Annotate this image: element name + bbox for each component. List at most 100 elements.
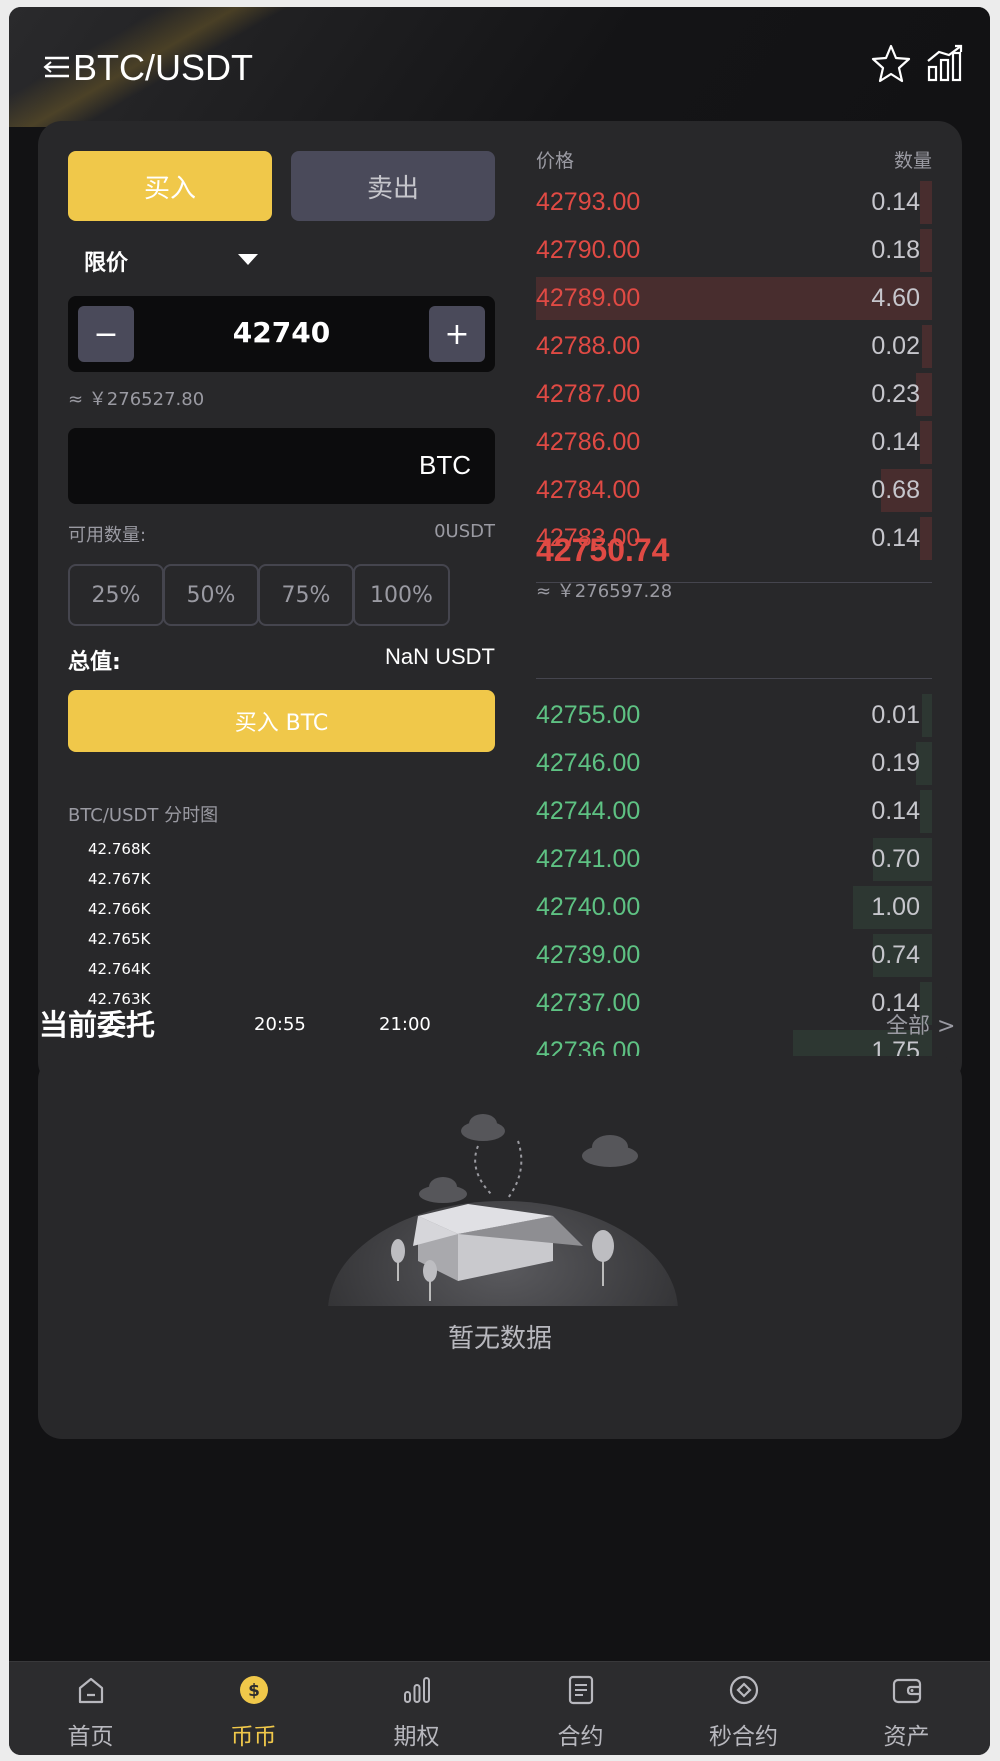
bid-row[interactable]: 42739.00 0.74 [536, 934, 932, 977]
header: BTC/USDT [9, 7, 990, 127]
bid-qty: 0.14 [871, 797, 920, 825]
amount-input[interactable]: BTC [68, 428, 495, 504]
ask-price: 42788.00 [536, 332, 641, 360]
tab-second-contract[interactable]: 秒合约 [662, 1662, 825, 1755]
bid-price: 42737.00 [536, 989, 641, 1017]
bid-qty: 1.00 [871, 893, 920, 921]
ask-row[interactable]: 42793.00 0.14 [536, 181, 932, 224]
ask-row[interactable]: 42784.00 0.68 [536, 469, 932, 512]
percent-50-button[interactable]: 50% [163, 564, 259, 626]
ask-row[interactable]: 42789.00 4.60 [536, 277, 932, 320]
star-icon[interactable] [871, 43, 911, 83]
trade-panel: 买入 卖出 限价 − 42740 + ≈ ￥276527.80 BTC 可用数量… [38, 121, 962, 1086]
bid-row[interactable]: 42737.00 0.14 [536, 982, 932, 1025]
menu-icon[interactable] [41, 52, 71, 82]
tab-label: 资产 [883, 1724, 930, 1750]
tab-label: 首页 [67, 1724, 114, 1750]
orders-empty-card: 暂无数据 [38, 1056, 962, 1439]
ask-price: 42787.00 [536, 380, 641, 408]
bid-qty: 0.01 [871, 701, 920, 729]
ask-qty: 0.18 [871, 236, 920, 264]
current-orders-title: 当前委托 [39, 1008, 156, 1042]
buy-submit-button[interactable]: 买入 BTC [68, 690, 495, 752]
ask-qty: 4.60 [871, 284, 920, 312]
bid-price: 42739.00 [536, 941, 641, 969]
amount-unit: BTC [419, 450, 471, 480]
ask-price: 42783.00 [536, 524, 641, 552]
percent-100-button[interactable]: 100% [353, 564, 450, 626]
ask-price: 42790.00 [536, 236, 641, 264]
depth-bar [922, 325, 932, 368]
depth-bar [922, 694, 932, 737]
bid-row[interactable]: 42755.00 0.01 [536, 694, 932, 737]
bid-price: 42746.00 [536, 749, 641, 777]
svg-text:$: $ [248, 1681, 260, 1701]
empty-state-text: 暂无数据 [447, 1324, 552, 1354]
ask-price: 42784.00 [536, 476, 641, 504]
bid-row[interactable]: 42746.00 0.19 [536, 742, 932, 785]
caret-down-icon[interactable] [238, 254, 258, 265]
mini-chart-title: BTC/USDT 分时图 [68, 805, 219, 826]
total-value: NaN USDT [384, 644, 495, 669]
ask-row[interactable]: 42787.00 0.23 [536, 373, 932, 416]
percent-25-button[interactable]: 25% [68, 564, 164, 626]
percent-75-button[interactable]: 75% [258, 564, 354, 626]
ask-row[interactable]: 42788.00 0.02 [536, 325, 932, 368]
price-cny-estimate: ≈ ￥276527.80 [68, 389, 205, 410]
tab-label: 期权 [393, 1724, 440, 1750]
available-value: 0USDT [434, 521, 495, 542]
bid-row[interactable]: 42744.00 0.14 [536, 790, 932, 833]
x-tick: 21:00 [379, 1014, 431, 1035]
diamond-icon [729, 1675, 759, 1705]
ask-qty: 0.14 [871, 188, 920, 216]
buy-tab[interactable]: 买入 [68, 151, 272, 221]
contract-icon [568, 1675, 594, 1705]
tab-options[interactable]: 期权 [335, 1662, 498, 1755]
tab-contract[interactable]: 合约 [499, 1662, 662, 1755]
ask-row[interactable]: 42790.00 0.18 [536, 229, 932, 272]
last-price-cny: ≈ ￥276597.28 [536, 581, 673, 602]
wallet-icon [892, 1678, 922, 1704]
depth-bar [920, 517, 932, 560]
ask-qty: 0.14 [871, 524, 920, 552]
bid-price: 42740.00 [536, 893, 641, 921]
home-icon [78, 1677, 104, 1704]
y-tick: 42.764K [88, 960, 151, 978]
ask-price: 42789.00 [536, 284, 641, 312]
price-input[interactable]: 42740 [144, 316, 419, 349]
tab-label: 币币 [230, 1724, 277, 1750]
total-label: 总值: [68, 650, 121, 675]
empty-box-illustration [328, 1114, 678, 1306]
available-label: 可用数量: [68, 525, 147, 546]
orderbook-price-header: 价格 [536, 150, 575, 172]
bid-price: 42744.00 [536, 797, 641, 825]
depth-bar [920, 790, 932, 833]
depth-bar [920, 229, 932, 272]
ask-qty: 0.14 [871, 428, 920, 456]
depth-bar [920, 181, 932, 224]
tab-spot[interactable]: $ 币币 [172, 1662, 335, 1755]
bid-row[interactable]: 42741.00 0.70 [536, 838, 932, 881]
sell-tab[interactable]: 卖出 [291, 151, 495, 221]
price-stepper: − 42740 + [68, 296, 495, 372]
price-decrease-button[interactable]: − [78, 306, 134, 362]
bars-icon [404, 1677, 430, 1703]
orderbook-qty-header: 数量 [893, 150, 932, 172]
bid-row[interactable]: 42740.00 1.00 [536, 886, 932, 929]
ask-qty: 0.23 [871, 380, 920, 408]
bid-price: 42755.00 [536, 701, 641, 729]
price-increase-button[interactable]: + [429, 306, 485, 362]
ask-row[interactable]: 42783.00 0.14 [536, 517, 932, 560]
tab-assets[interactable]: 资产 [825, 1662, 988, 1755]
y-tick: 42.767K [88, 870, 151, 888]
bid-qty: 0.19 [871, 749, 920, 777]
order-type-select[interactable]: 限价 [84, 245, 128, 277]
divider [536, 678, 932, 679]
all-orders-link[interactable]: 全部 > [886, 1008, 955, 1040]
ask-qty: 0.68 [871, 476, 920, 504]
ask-row[interactable]: 42786.00 0.14 [536, 421, 932, 464]
tab-label: 秒合约 [709, 1724, 778, 1750]
chart-icon[interactable] [925, 43, 965, 83]
y-tick: 42.768K [88, 840, 151, 858]
tab-home[interactable]: 首页 [9, 1662, 172, 1755]
